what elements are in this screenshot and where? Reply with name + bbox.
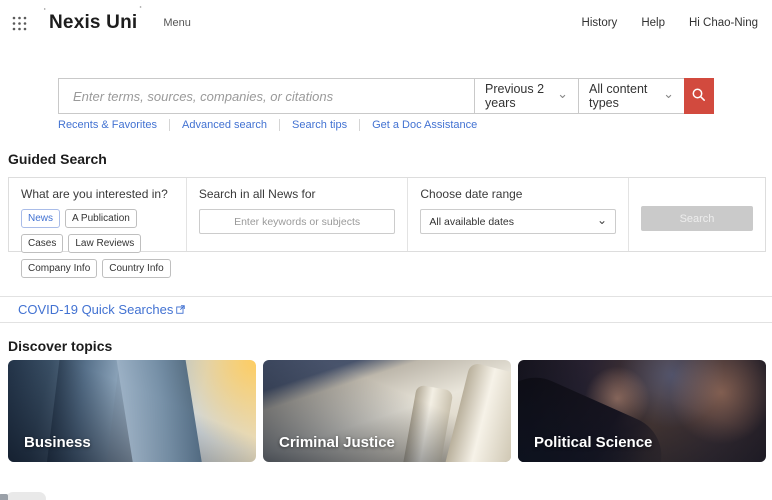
topic-card-criminal-justice[interactable]: Criminal Justice — [263, 360, 511, 462]
interest-options: News A Publication Cases Law Reviews Com… — [21, 209, 180, 278]
main-search-bar: Previous 2 years ⌄ All content types ⌄ — [58, 78, 714, 114]
topic-card-label: Criminal Justice — [279, 434, 395, 451]
covid-link-label: COVID-19 Quick Searches — [18, 302, 173, 317]
date-range-value: All available dates — [429, 216, 514, 228]
page: Nexis Uni Menu History Help Hi Chao-Ning… — [0, 0, 772, 500]
apps-grid-icon[interactable] — [12, 16, 27, 31]
guided-search-submit-button[interactable]: Search — [641, 206, 753, 231]
nav-user-greeting[interactable]: Hi Chao-Ning — [689, 17, 758, 29]
nav-history[interactable]: History — [582, 17, 618, 29]
covid-quick-searches-bar: COVID-19 Quick Searches — [0, 296, 772, 323]
topic-card-business[interactable]: Business — [8, 360, 256, 462]
date-range-column: Choose date range All available dates ⌄ — [408, 178, 628, 251]
topic-card-political-science[interactable]: Political Science — [518, 360, 766, 462]
menu-button[interactable]: Menu — [163, 17, 191, 29]
chip-law-reviews[interactable]: Law Reviews — [68, 234, 141, 253]
bottom-edge-widget-peek — [6, 492, 46, 500]
guided-search-title: Guided Search — [8, 151, 107, 167]
chevron-down-icon: ⌄ — [557, 90, 568, 98]
link-advanced-search[interactable]: Advanced search — [170, 119, 280, 131]
topic-card-label: Political Science — [534, 434, 652, 451]
search-quick-links: Recents & Favorites Advanced search Sear… — [58, 119, 489, 131]
search-icon — [691, 87, 707, 106]
topic-card-label: Business — [24, 434, 91, 451]
interest-column: What are you interested in? News A Publi… — [9, 178, 186, 251]
keywords-input[interactable] — [199, 209, 396, 234]
chip-cases[interactable]: Cases — [21, 234, 63, 253]
discover-topics-title: Discover topics — [8, 338, 112, 354]
keywords-column: Search in all News for — [187, 178, 408, 251]
search-input[interactable] — [59, 79, 474, 113]
top-bar-right: History Help Hi Chao-Ning — [582, 17, 758, 29]
search-button[interactable] — [684, 78, 714, 114]
date-filter-dropdown[interactable]: Previous 2 years ⌄ — [474, 79, 578, 113]
chip-company-info[interactable]: Company Info — [21, 259, 97, 278]
content-type-value: All content types — [589, 82, 657, 110]
date-range-label: Choose date range — [420, 187, 616, 201]
chip-a-publication[interactable]: A Publication — [65, 209, 137, 228]
topic-cards: Business Criminal Justice Political Scie… — [8, 360, 766, 462]
interest-label: What are you interested in? — [21, 187, 180, 201]
date-filter-value: Previous 2 years — [485, 82, 551, 110]
logo[interactable]: Nexis Uni — [49, 12, 137, 34]
chevron-down-icon: ⌄ — [663, 90, 674, 98]
top-bar: Nexis Uni Menu History Help Hi Chao-Ning — [0, 0, 772, 46]
content-type-dropdown[interactable]: All content types ⌄ — [578, 79, 684, 113]
chip-news[interactable]: News — [21, 209, 60, 228]
link-recents-favorites[interactable]: Recents & Favorites — [58, 119, 170, 131]
chevron-down-icon: ⌄ — [597, 213, 607, 227]
date-range-select[interactable]: All available dates ⌄ — [420, 209, 616, 234]
submit-column: Search — [629, 178, 765, 251]
chip-country-info[interactable]: Country Info — [102, 259, 170, 278]
covid-quick-searches-link[interactable]: COVID-19 Quick Searches — [18, 302, 185, 317]
link-doc-assistance[interactable]: Get a Doc Assistance — [360, 119, 489, 131]
top-bar-left: Nexis Uni Menu — [12, 12, 191, 34]
link-search-tips[interactable]: Search tips — [280, 119, 360, 131]
external-link-icon — [176, 302, 185, 317]
keywords-label: Search in all News for — [199, 187, 396, 201]
guided-search-panel: What are you interested in? News A Publi… — [8, 177, 766, 252]
nav-help[interactable]: Help — [641, 17, 665, 29]
